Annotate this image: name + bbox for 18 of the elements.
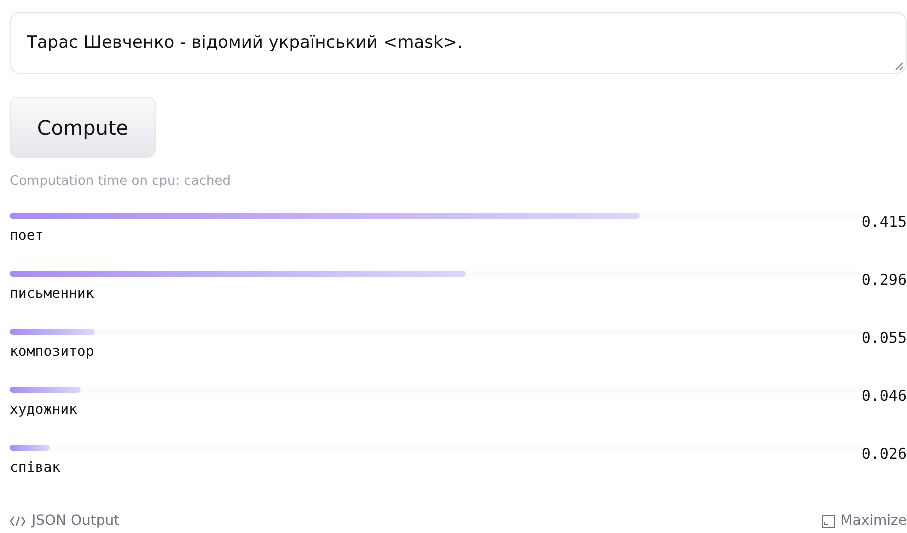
score-value: 0.296 — [862, 271, 907, 291]
resize-grip-icon[interactable] — [895, 62, 904, 71]
score-value: 0.046 — [862, 387, 907, 407]
compute-button[interactable]: Compute — [10, 97, 156, 158]
json-output-link[interactable]: JSON Output — [10, 513, 120, 529]
score-value: 0.026 — [862, 445, 907, 465]
code-icon — [10, 516, 26, 526]
computation-time-text: Computation time on cpu: cached — [10, 174, 232, 189]
result-label: письменник — [10, 286, 96, 302]
maximize-icon — [822, 514, 835, 528]
result-label: поет — [10, 228, 45, 244]
maximize-button[interactable]: Maximize — [822, 513, 907, 529]
score-value: 0.415 — [862, 213, 907, 233]
text-input-field[interactable]: Тарас Шевченко - відомий український <mask>. — [10, 12, 907, 74]
score-value: 0.055 — [862, 329, 907, 349]
result-label: художник — [10, 402, 78, 418]
result-label: композитор — [10, 344, 96, 360]
result-label: співак — [10, 460, 62, 476]
